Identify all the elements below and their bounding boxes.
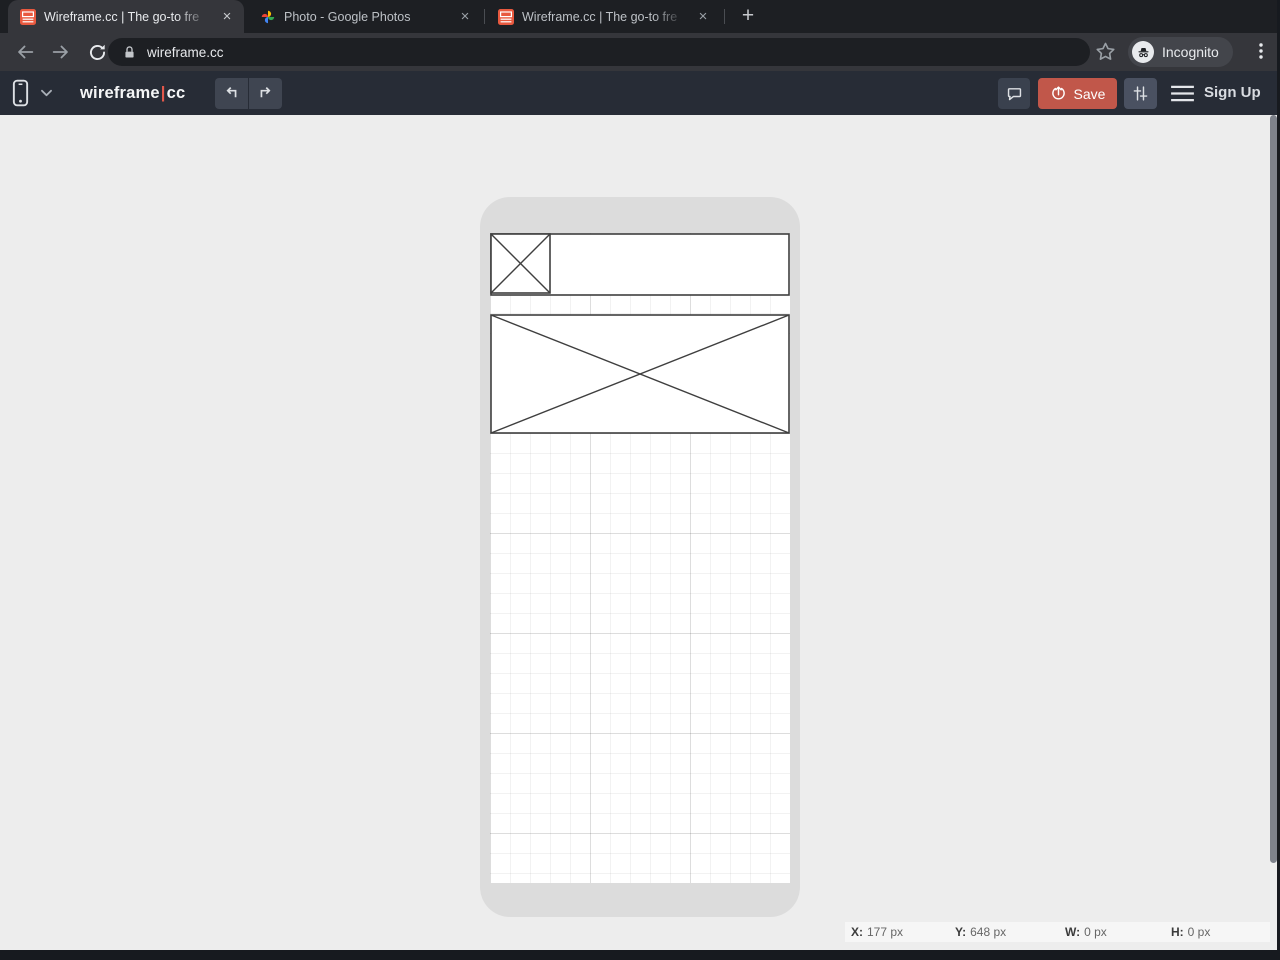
wireframe-favicon-icon: [20, 8, 36, 25]
tab-google-photos[interactable]: Photo - Google Photos ×: [248, 0, 482, 33]
wireframe-image-element[interactable]: [490, 314, 790, 434]
undo-icon: [226, 87, 237, 98]
star-icon: [1096, 42, 1115, 60]
incognito-badge: Incognito: [1128, 37, 1233, 67]
upload-icon: [1051, 86, 1065, 100]
new-tab-button[interactable]: +: [734, 3, 762, 31]
vertical-scrollbar[interactable]: [1270, 115, 1277, 863]
wireframe-header-element[interactable]: [490, 233, 790, 296]
tab-title: Wireframe.cc | The go-to fre: [522, 9, 678, 24]
comment-button[interactable]: [998, 78, 1030, 109]
settings-sliders-button[interactable]: [1124, 78, 1157, 109]
coordinates-status-bar: X: 177 px Y: 648 px W: 0 px H: 0 px: [845, 922, 1270, 942]
tab-wireframe-1[interactable]: Wireframe.cc | The go-to fre ×: [8, 0, 244, 33]
editor-workspace[interactable]: [0, 115, 1280, 950]
tab-wireframe-2[interactable]: Wireframe.cc | The go-to fre ×: [486, 0, 720, 33]
forward-button[interactable]: [48, 39, 74, 65]
main-menu-button[interactable]: [1168, 78, 1196, 109]
url-text: wireframe.cc: [147, 44, 224, 60]
lock-icon: [125, 45, 134, 57]
undo-button[interactable]: [215, 78, 248, 109]
sliders-icon: [1133, 86, 1148, 101]
save-button[interactable]: Save: [1038, 78, 1117, 109]
browser-tab-strip: Wireframe.cc | The go-to fre × Photo - G…: [0, 0, 1280, 33]
status-w: W: 0 px: [1065, 925, 1107, 939]
chevron-down-icon: [41, 89, 52, 97]
reload-icon: [89, 44, 105, 60]
back-button[interactable]: [12, 39, 38, 65]
window-edge-bottom: [0, 950, 1280, 960]
incognito-label: Incognito: [1162, 44, 1219, 60]
redo-button[interactable]: [249, 78, 282, 109]
device-selector[interactable]: [11, 78, 53, 108]
incognito-icon: [1132, 41, 1154, 63]
history-buttons: [215, 78, 282, 109]
back-arrow-icon: [18, 45, 34, 59]
bookmark-star-button[interactable]: [1094, 40, 1117, 63]
redo-icon: [260, 87, 271, 98]
wireframe-canvas[interactable]: [490, 233, 790, 883]
wireframe-favicon-icon: [498, 8, 514, 25]
hamburger-icon: [1170, 85, 1194, 102]
google-photos-icon: [261, 10, 275, 23]
status-y: Y: 648 px: [955, 925, 1007, 939]
kebab-menu-icon: [1259, 43, 1263, 59]
comment-bubble-icon: [1007, 88, 1021, 101]
tab-close-icon[interactable]: ×: [694, 8, 712, 26]
browser-navbar: wireframe.cc Incognito: [0, 33, 1280, 71]
status-h: H: 0 px: [1171, 925, 1211, 939]
sign-up-button[interactable]: Sign Up: [1204, 71, 1261, 115]
mobile-device-frame: [480, 197, 800, 917]
tab-separator: [724, 9, 725, 24]
tab-title: Wireframe.cc | The go-to fre: [44, 9, 200, 24]
tab-close-icon[interactable]: ×: [218, 8, 236, 26]
reload-button[interactable]: [84, 39, 110, 65]
tab-close-icon[interactable]: ×: [456, 8, 474, 26]
mobile-device-icon: [12, 79, 29, 107]
forward-arrow-icon: [52, 45, 68, 59]
logo-cursor: |: [160, 84, 166, 102]
wireframe-logo: wireframe|cc: [80, 84, 186, 102]
app-toolbar: wireframe|cc Save Sign Up: [0, 71, 1280, 115]
status-x: X: 177 px: [851, 925, 904, 939]
tab-title: Photo - Google Photos: [284, 9, 411, 24]
browser-menu-button[interactable]: [1250, 40, 1272, 62]
tab-separator: [484, 9, 485, 24]
save-label: Save: [1073, 85, 1106, 102]
url-bar[interactable]: wireframe.cc: [108, 38, 1090, 66]
